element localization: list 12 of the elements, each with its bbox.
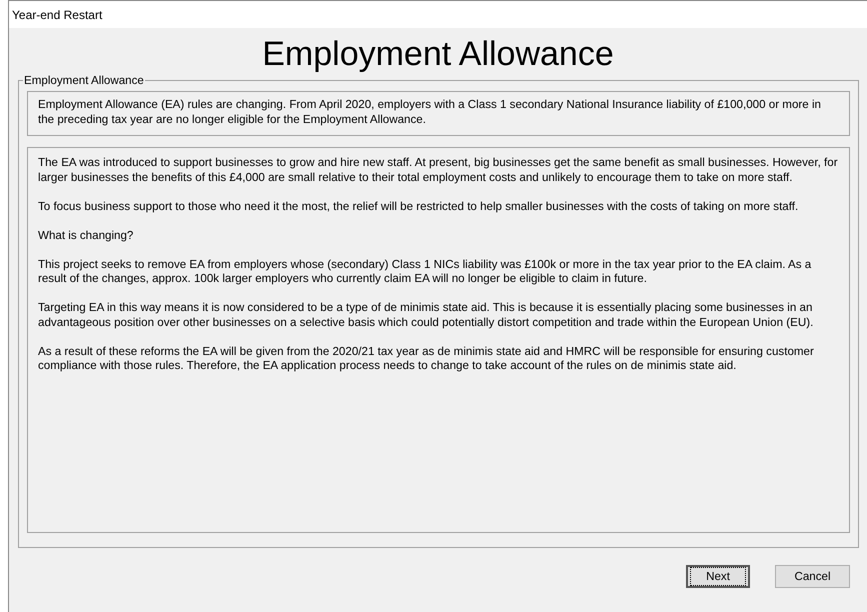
paragraph: This project seeks to remove EA from employers whose (secondary) Class 1 NICs liability was £100k or more in the tax year prior to the EA claim. As a result of the changes, approx. 100k larger employers who currently claim EA will no longer be eligible to claim in future.: [38, 258, 812, 286]
summary-text: Employment Allowance (EA) rules are changing. From April 2020, employers with a Class 1 secondary National Insurance liability of £100,000 or more in the preceding tax year are no longer eligible for the Employment Allowance.: [27, 91, 850, 136]
page-heading: Employment Allowance: [261, 34, 615, 74]
window-title: Year-end Restart: [9, 1, 867, 28]
paragraph: What is changing?: [38, 228, 134, 243]
paragraph: Targeting EA in this way means it is now considered to be a type of de minimis state aid. This is because it is essentially placing some businesses in an advantageous position over other businesses on a selective basis which could potentially distort competition and trade within the European Union (EU).: [38, 301, 814, 330]
paragraph: To focus business support to those who need it the most, the relief will be restricted to help smaller businesses with the costs of taking on more staff.: [38, 200, 800, 214]
next-button[interactable]: Next: [686, 565, 750, 588]
paragraph: As a result of these reforms the EA will be given from the 2020/21 tax year as de minimis state aid and HMRC will be responsible for ensuring customer compliance with those rules. Therefore, the EA application process needs to change to take account of the rules on de minimis state aid.: [38, 344, 815, 374]
paragraph: The EA was introduced to support businesses to grow and hire new staff. At present, big businesses get the same benefit as small businesses. However, for larger businesses the benefits of this £4,000 are small relative to their total employment costs and unlikely to encourage them to take on more staff.: [38, 156, 839, 185]
cancel-button[interactable]: Cancel: [775, 565, 850, 588]
group-label: Employment Allowance: [23, 74, 145, 87]
